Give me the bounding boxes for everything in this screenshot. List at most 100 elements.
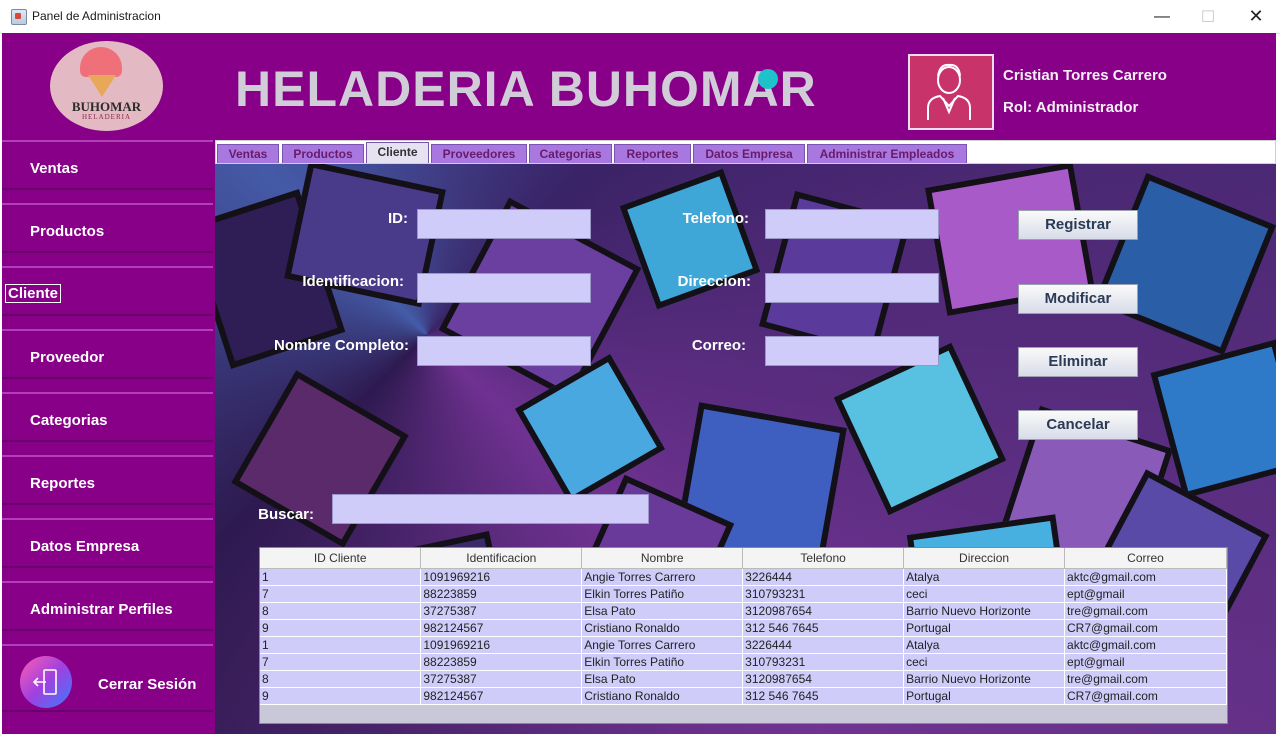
nombre-completo-field[interactable] xyxy=(417,336,591,366)
eliminar-button[interactable]: Eliminar xyxy=(1018,347,1138,377)
table-row[interactable]: 7 88223859 Elkin Torres Patiño 310793231 cec… xyxy=(260,653,1227,671)
tab-ventas[interactable]: Ventas xyxy=(217,144,279,163)
header-banner: BUHOMAR HELADERIA HELADERIA BUHOMAR Cris… xyxy=(2,33,1276,138)
sidebar: Ventas Productos Cliente Proveedor Categ… xyxy=(2,138,213,734)
logout-label[interactable]: Cerrar Sesión xyxy=(98,676,196,693)
direccion-field[interactable] xyxy=(765,273,939,303)
table-row[interactable]: 1 1091969216 Angie Torres Carrero 3226444 At… xyxy=(260,636,1227,654)
tab-reportes[interactable]: Reportes xyxy=(614,144,691,163)
tab-administrar-empleados[interactable]: Administrar Empleados xyxy=(807,144,967,163)
table-cell: 312 546 7645 xyxy=(742,619,905,637)
id-field[interactable] xyxy=(417,209,591,239)
sidebar-item-label: Categorias xyxy=(30,412,108,429)
table-cell: Elkin Torres Patiño xyxy=(581,585,744,603)
table-row[interactable]: 9 982124567 Cristiano Ronaldo 312 546 7645 P… xyxy=(260,687,1227,705)
maximize-button[interactable]: ☐ xyxy=(1185,0,1231,33)
table-cell: ceci xyxy=(903,653,1066,671)
sidebar-item-datos-empresa[interactable]: Datos Empresa xyxy=(2,518,213,568)
tab-datos-empresa[interactable]: Datos Empresa xyxy=(693,144,805,163)
ice-cream-scoop-icon xyxy=(80,47,122,77)
table-cell: Atalya xyxy=(903,568,1066,586)
table-cell: 1091969216 xyxy=(420,636,583,654)
sidebar-item-proveedor[interactable]: Proveedor xyxy=(2,329,213,379)
correo-label: Correo: xyxy=(691,337,746,354)
sidebar-item-ventas[interactable]: Ventas xyxy=(2,140,213,190)
clientes-table[interactable]: ID Cliente Identificacion Nombre Telefon… xyxy=(259,547,1228,724)
sidebar-item-label: Reportes xyxy=(30,475,96,492)
table-cell: 3226444 xyxy=(742,568,905,586)
table-cell: aktc@gmail.com xyxy=(1064,568,1227,586)
search-input[interactable] xyxy=(332,494,649,524)
table-cell: 9 xyxy=(260,687,422,705)
nombre-completo-label: Nombre Completo: xyxy=(274,337,409,354)
table-cell: Cristiano Ronaldo xyxy=(581,687,744,705)
table-cell: 88223859 xyxy=(420,585,583,603)
table-cell: ceci xyxy=(903,585,1066,603)
column-header-nombre[interactable]: Nombre xyxy=(581,548,744,569)
table-cell: 7 xyxy=(260,653,422,671)
close-button[interactable]: ✕ xyxy=(1233,0,1279,33)
identificacion-field[interactable] xyxy=(417,273,591,303)
table-cell: 3120987654 xyxy=(742,670,905,688)
brand-title: HELADERIA BUHOMAR xyxy=(235,61,817,117)
registrar-button[interactable]: Registrar xyxy=(1018,210,1138,240)
column-header-identificacion[interactable]: Identificacion xyxy=(420,548,583,569)
table-cell: Elsa Pato xyxy=(581,602,744,620)
table-cell: 88223859 xyxy=(420,653,583,671)
window-titlebar: Panel de Administracion — ☐ ✕ xyxy=(0,0,1280,34)
table-cell: Elsa Pato xyxy=(581,670,744,688)
tab-cliente[interactable]: Cliente xyxy=(366,142,429,163)
window-title: Panel de Administracion xyxy=(32,9,161,23)
user-role: Rol: Administrador xyxy=(1003,99,1139,116)
table-cell: Barrio Nuevo Horizonte xyxy=(903,670,1066,688)
table-row[interactable]: 1 1091969216 Angie Torres Carrero 3226444 At… xyxy=(260,568,1227,586)
table-cell: Portugal xyxy=(903,619,1066,637)
clientes-table-grid: ID Cliente Identificacion Nombre Telefon… xyxy=(260,548,1227,705)
table-cell: Barrio Nuevo Horizonte xyxy=(903,602,1066,620)
brand-accent-dot xyxy=(758,69,778,89)
table-cell: 982124567 xyxy=(420,619,583,637)
table-cell: tre@gmail.com xyxy=(1064,670,1227,688)
java-app-icon xyxy=(11,9,27,25)
column-header-telefono[interactable]: Telefono xyxy=(742,548,905,569)
table-cell: 37275387 xyxy=(420,670,583,688)
table-cell: 8 xyxy=(260,602,422,620)
user-avatar xyxy=(908,54,994,130)
table-cell: 312 546 7645 xyxy=(742,687,905,705)
table-row[interactable]: 8 37275387 Elsa Pato 3120987654 Barrio Nuevo… xyxy=(260,602,1227,620)
table-cell: Elkin Torres Patiño xyxy=(581,653,744,671)
sidebar-item-cliente[interactable]: Cliente xyxy=(2,266,213,316)
table-cell: 310793231 xyxy=(742,653,905,671)
table-row[interactable]: 8 37275387 Elsa Pato 3120987654 Barrio Nuevo… xyxy=(260,670,1227,688)
buscar-label: Buscar: xyxy=(258,506,314,523)
identificacion-label: Identificacion: xyxy=(302,273,404,290)
table-header-row: ID Cliente Identificacion Nombre Telefon… xyxy=(260,548,1227,569)
tab-proveedores[interactable]: Proveedores xyxy=(431,144,527,163)
column-header-correo[interactable]: Correo xyxy=(1064,548,1227,569)
column-header-id-cliente[interactable]: ID Cliente xyxy=(260,548,422,569)
table-cell: Angie Torres Carrero xyxy=(581,568,744,586)
sidebar-item-productos[interactable]: Productos xyxy=(2,203,213,253)
sidebar-item-label: Cliente xyxy=(5,284,62,303)
table-cell: Angie Torres Carrero xyxy=(581,636,744,654)
sidebar-item-categorias[interactable]: Categorias xyxy=(2,392,213,442)
table-cell: 3226444 xyxy=(742,636,905,654)
table-cell: tre@gmail.com xyxy=(1064,602,1227,620)
telefono-field[interactable] xyxy=(765,209,939,239)
sidebar-item-reportes[interactable]: Reportes xyxy=(2,455,213,505)
table-row[interactable]: 7 88223859 Elkin Torres Patiño 310793231 cec… xyxy=(260,585,1227,603)
modificar-button[interactable]: Modificar xyxy=(1018,284,1138,314)
table-cell: aktc@gmail.com xyxy=(1064,636,1227,654)
minimize-button[interactable]: — xyxy=(1139,0,1185,33)
logout-icon[interactable] xyxy=(20,656,72,708)
sidebar-item-administrar-perfiles[interactable]: Administrar Perfiles xyxy=(2,581,213,631)
tab-categorias[interactable]: Categorias xyxy=(529,144,612,163)
table-cell: ept@gmail xyxy=(1064,585,1227,603)
table-row[interactable]: 9 982124567 Cristiano Ronaldo 312 546 7645 P… xyxy=(260,619,1227,637)
door-exit-icon xyxy=(32,669,57,695)
direccion-label: Direccion: xyxy=(677,273,751,290)
cancelar-button[interactable]: Cancelar xyxy=(1018,410,1138,440)
correo-field[interactable] xyxy=(765,336,939,366)
column-header-direccion[interactable]: Direccion xyxy=(903,548,1066,569)
tab-productos[interactable]: Productos xyxy=(282,144,364,163)
